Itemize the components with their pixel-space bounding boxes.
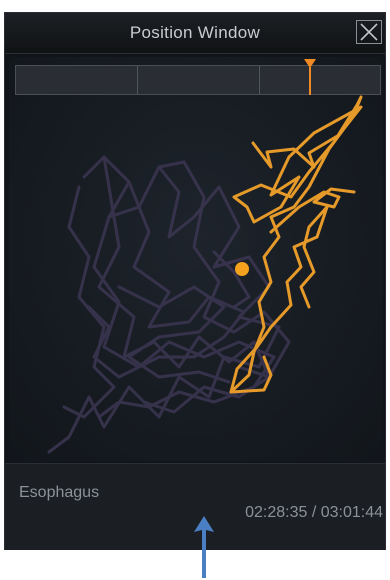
window-title: Position Window [129,23,261,42]
current-position-marker [235,262,249,276]
location-label: Esophagus [19,484,100,501]
segment-divider [137,66,139,94]
up-arrow-icon [194,516,214,578]
window-titlebar[interactable]: Position Window [5,13,385,54]
position-plot[interactable] [9,57,383,461]
timeline-bar[interactable] [15,59,381,95]
playhead-handle[interactable] [303,59,316,95]
trajectory-canvas [47,95,363,454]
close-button[interactable] [356,20,382,44]
playhead-triangle-icon [303,59,316,68]
time-readout: 02:28:35 / 03:01:44 [245,504,383,521]
close-icon [360,23,378,41]
segment-divider [258,66,260,94]
history-track [47,155,291,454]
